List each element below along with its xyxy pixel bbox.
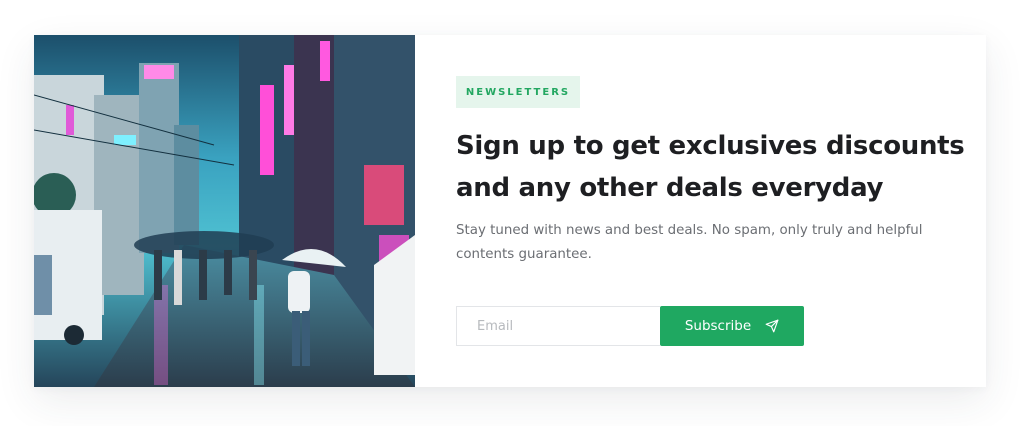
newsletter-title: Sign up to get exclusives discounts and … [456,131,965,203]
newsletter-card: NEWSLETTERS Sign up to get exclusives di… [34,35,986,387]
subscribe-button[interactable]: Subscribe [660,306,804,346]
newsletter-tag: NEWSLETTERS [456,76,580,108]
subscribe-form: Subscribe [456,306,804,346]
newsletter-content: NEWSLETTERS Sign up to get exclusives di… [415,35,986,387]
send-icon [765,319,779,333]
email-input[interactable] [456,306,660,346]
newsletter-description: Stay tuned with news and best deals. No … [456,223,923,262]
street-photo [34,35,415,387]
subscribe-label: Subscribe [684,318,752,334]
